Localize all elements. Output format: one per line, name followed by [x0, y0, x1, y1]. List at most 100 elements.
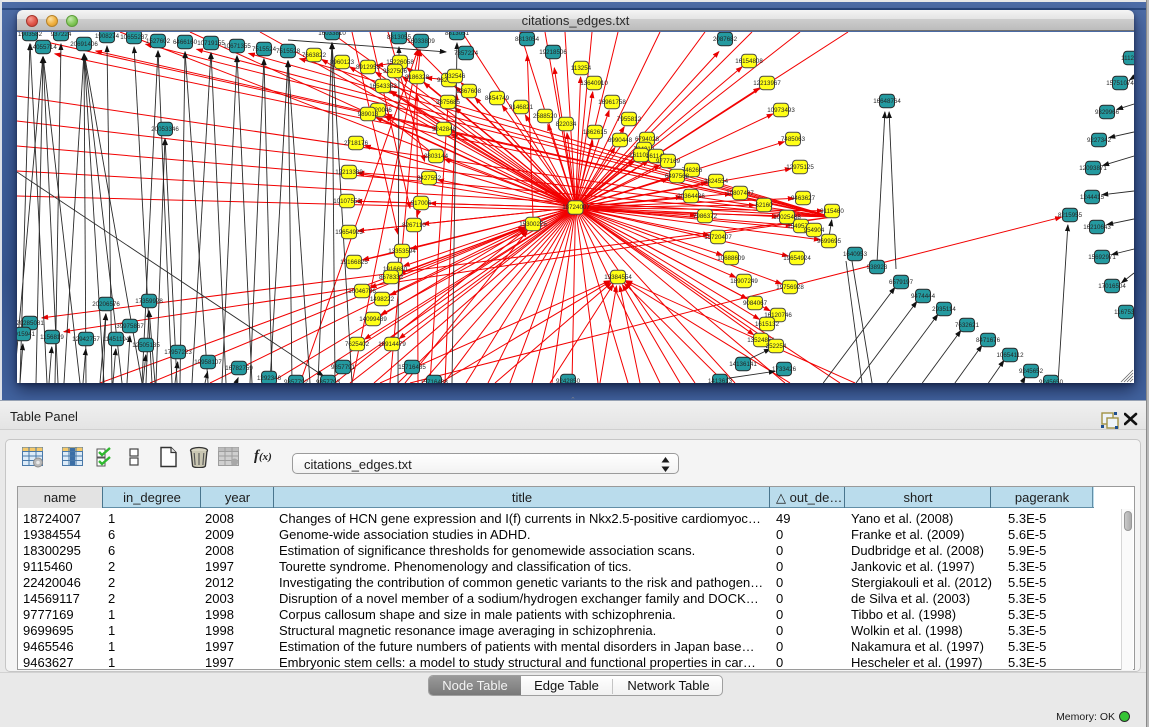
svg-text:12942757: 12942757 — [72, 336, 100, 343]
svg-text:17359928: 17359928 — [135, 298, 163, 305]
svg-text:252254: 252254 — [766, 343, 787, 350]
svg-text:9115460: 9115460 — [820, 208, 844, 215]
svg-text:17957223: 17957223 — [164, 349, 192, 356]
svg-text:12093871: 12093871 — [1079, 165, 1107, 172]
svg-text:1167533: 1167533 — [1114, 309, 1134, 316]
svg-text:2087682: 2087682 — [713, 36, 738, 43]
svg-text:16648764: 16648764 — [873, 98, 901, 105]
svg-text:8813054: 8813054 — [515, 36, 540, 43]
svg-text:2718176: 2718176 — [344, 140, 369, 147]
svg-text:9329966: 9329966 — [1095, 109, 1120, 116]
svg-text:8813051: 8813051 — [445, 32, 470, 37]
svg-text:12975125: 12975125 — [786, 164, 814, 171]
svg-text:15300275: 15300275 — [519, 221, 547, 228]
svg-text:938923: 938923 — [867, 264, 888, 271]
svg-text:9857793: 9857793 — [316, 379, 341, 383]
svg-text:19756928: 19756928 — [776, 284, 804, 291]
svg-text:8215955: 8215955 — [1058, 212, 1083, 219]
svg-text:9463627: 9463627 — [791, 195, 816, 202]
svg-text:15692971: 15692971 — [1088, 254, 1116, 261]
svg-text:62160: 62160 — [755, 202, 773, 209]
svg-text:10719155: 10719155 — [197, 40, 225, 47]
svg-text:7357224: 7357224 — [454, 50, 479, 57]
svg-text:16210643: 16210643 — [1083, 224, 1111, 231]
svg-text:9227342: 9227342 — [1087, 137, 1112, 144]
svg-text:10654112: 10654112 — [996, 352, 1024, 359]
svg-text:1640953: 1640953 — [843, 251, 868, 258]
svg-text:1292346: 1292346 — [257, 375, 282, 382]
svg-text:9327506: 9327506 — [383, 68, 408, 75]
svg-text:3824554: 3824554 — [704, 178, 729, 185]
svg-text:917006: 917006 — [411, 200, 432, 207]
svg-text:1908274: 1908274 — [95, 33, 120, 40]
svg-text:111243: 111243 — [1121, 55, 1134, 62]
svg-text:1413613: 1413613 — [708, 378, 733, 383]
svg-text:15716488: 15716488 — [420, 379, 448, 383]
svg-text:8186328: 8186328 — [405, 74, 430, 81]
svg-text:10973493: 10973493 — [767, 107, 795, 114]
svg-text:7625402: 7625402 — [345, 341, 370, 348]
svg-text:822034: 822034 — [556, 121, 577, 128]
svg-text:20285081: 20285081 — [17, 320, 44, 327]
svg-text:12213967: 12213967 — [753, 80, 781, 87]
svg-text:18724007: 18724007 — [562, 204, 590, 211]
svg-text:19654923: 19654923 — [335, 229, 363, 236]
svg-text:39975867: 39975867 — [116, 323, 144, 330]
svg-text:16033809: 16033809 — [407, 38, 435, 45]
svg-text:1903582: 1903582 — [18, 32, 43, 38]
svg-text:1156819: 1156819 — [40, 334, 64, 341]
svg-text:9242850: 9242850 — [556, 378, 581, 383]
svg-text:3875685: 3875685 — [436, 99, 461, 106]
svg-text:8990448: 8990448 — [608, 137, 633, 144]
svg-text:20053346: 20053346 — [151, 126, 179, 133]
svg-text:11451194: 11451194 — [103, 336, 130, 343]
svg-text:15720407: 15720407 — [704, 234, 732, 241]
svg-text:7632621: 7632621 — [955, 322, 980, 329]
svg-text:6579197: 6579197 — [889, 279, 914, 286]
svg-text:9857791: 9857791 — [331, 364, 356, 371]
svg-text:9245650: 9245650 — [1039, 379, 1064, 383]
svg-text:7515528: 7515528 — [276, 48, 301, 55]
svg-text:15716485: 15716485 — [398, 364, 426, 371]
svg-text:932546: 932546 — [445, 73, 466, 80]
svg-text:9146821: 9146821 — [509, 104, 534, 111]
svg-text:7663822: 7663822 — [302, 52, 327, 59]
svg-text:16154808: 16154808 — [735, 58, 763, 65]
svg-text:16033810: 16033810 — [318, 32, 346, 37]
svg-text:1498222: 1498222 — [370, 296, 395, 303]
svg-text:10107553: 10107553 — [333, 198, 361, 205]
svg-text:7986372: 7986372 — [693, 213, 718, 220]
svg-text:989013: 989013 — [358, 111, 379, 118]
svg-text:16914479: 16914479 — [378, 341, 406, 348]
svg-text:954904: 954904 — [804, 227, 825, 234]
svg-text:7955812: 7955812 — [617, 116, 642, 123]
svg-text:6466160: 6466160 — [173, 39, 198, 46]
svg-text:8267110: 8267110 — [402, 222, 426, 229]
svg-text:1527602: 1527602 — [146, 38, 171, 45]
svg-text:8454749: 8454749 — [485, 95, 510, 102]
svg-text:12213389: 12213389 — [335, 169, 363, 176]
svg-text:2803144: 2803144 — [424, 153, 449, 160]
svg-text:9857792: 9857792 — [284, 379, 309, 383]
svg-text:15751074: 15751074 — [1106, 80, 1134, 87]
svg-text:10046786: 10046786 — [348, 288, 376, 295]
svg-text:2867608: 2867608 — [457, 88, 482, 95]
svg-text:937224: 937224 — [51, 32, 72, 38]
svg-text:19654924: 19654924 — [783, 255, 811, 262]
svg-text:20364436: 20364436 — [677, 193, 705, 200]
svg-text:10688609: 10688609 — [717, 255, 745, 262]
svg-text:10958107: 10958107 — [194, 359, 222, 366]
svg-text:9474444: 9474444 — [911, 293, 936, 300]
svg-text:14099489: 14099489 — [359, 316, 387, 323]
svg-text:9245652: 9245652 — [1019, 368, 1044, 375]
svg-text:16961758: 16961758 — [598, 99, 626, 106]
svg-text:12505135: 12505135 — [132, 342, 160, 349]
svg-text:13640910: 13640910 — [580, 80, 608, 87]
svg-text:7485063: 7485063 — [781, 136, 806, 143]
svg-text:17016504: 17016504 — [1098, 283, 1126, 290]
svg-text:8960123: 8960123 — [330, 59, 355, 66]
svg-text:6497568: 6497568 — [665, 173, 690, 180]
svg-text:3915941: 3915941 — [17, 331, 36, 338]
svg-text:16782759: 16782759 — [225, 365, 253, 372]
svg-text:1615132: 1615132 — [755, 321, 780, 328]
